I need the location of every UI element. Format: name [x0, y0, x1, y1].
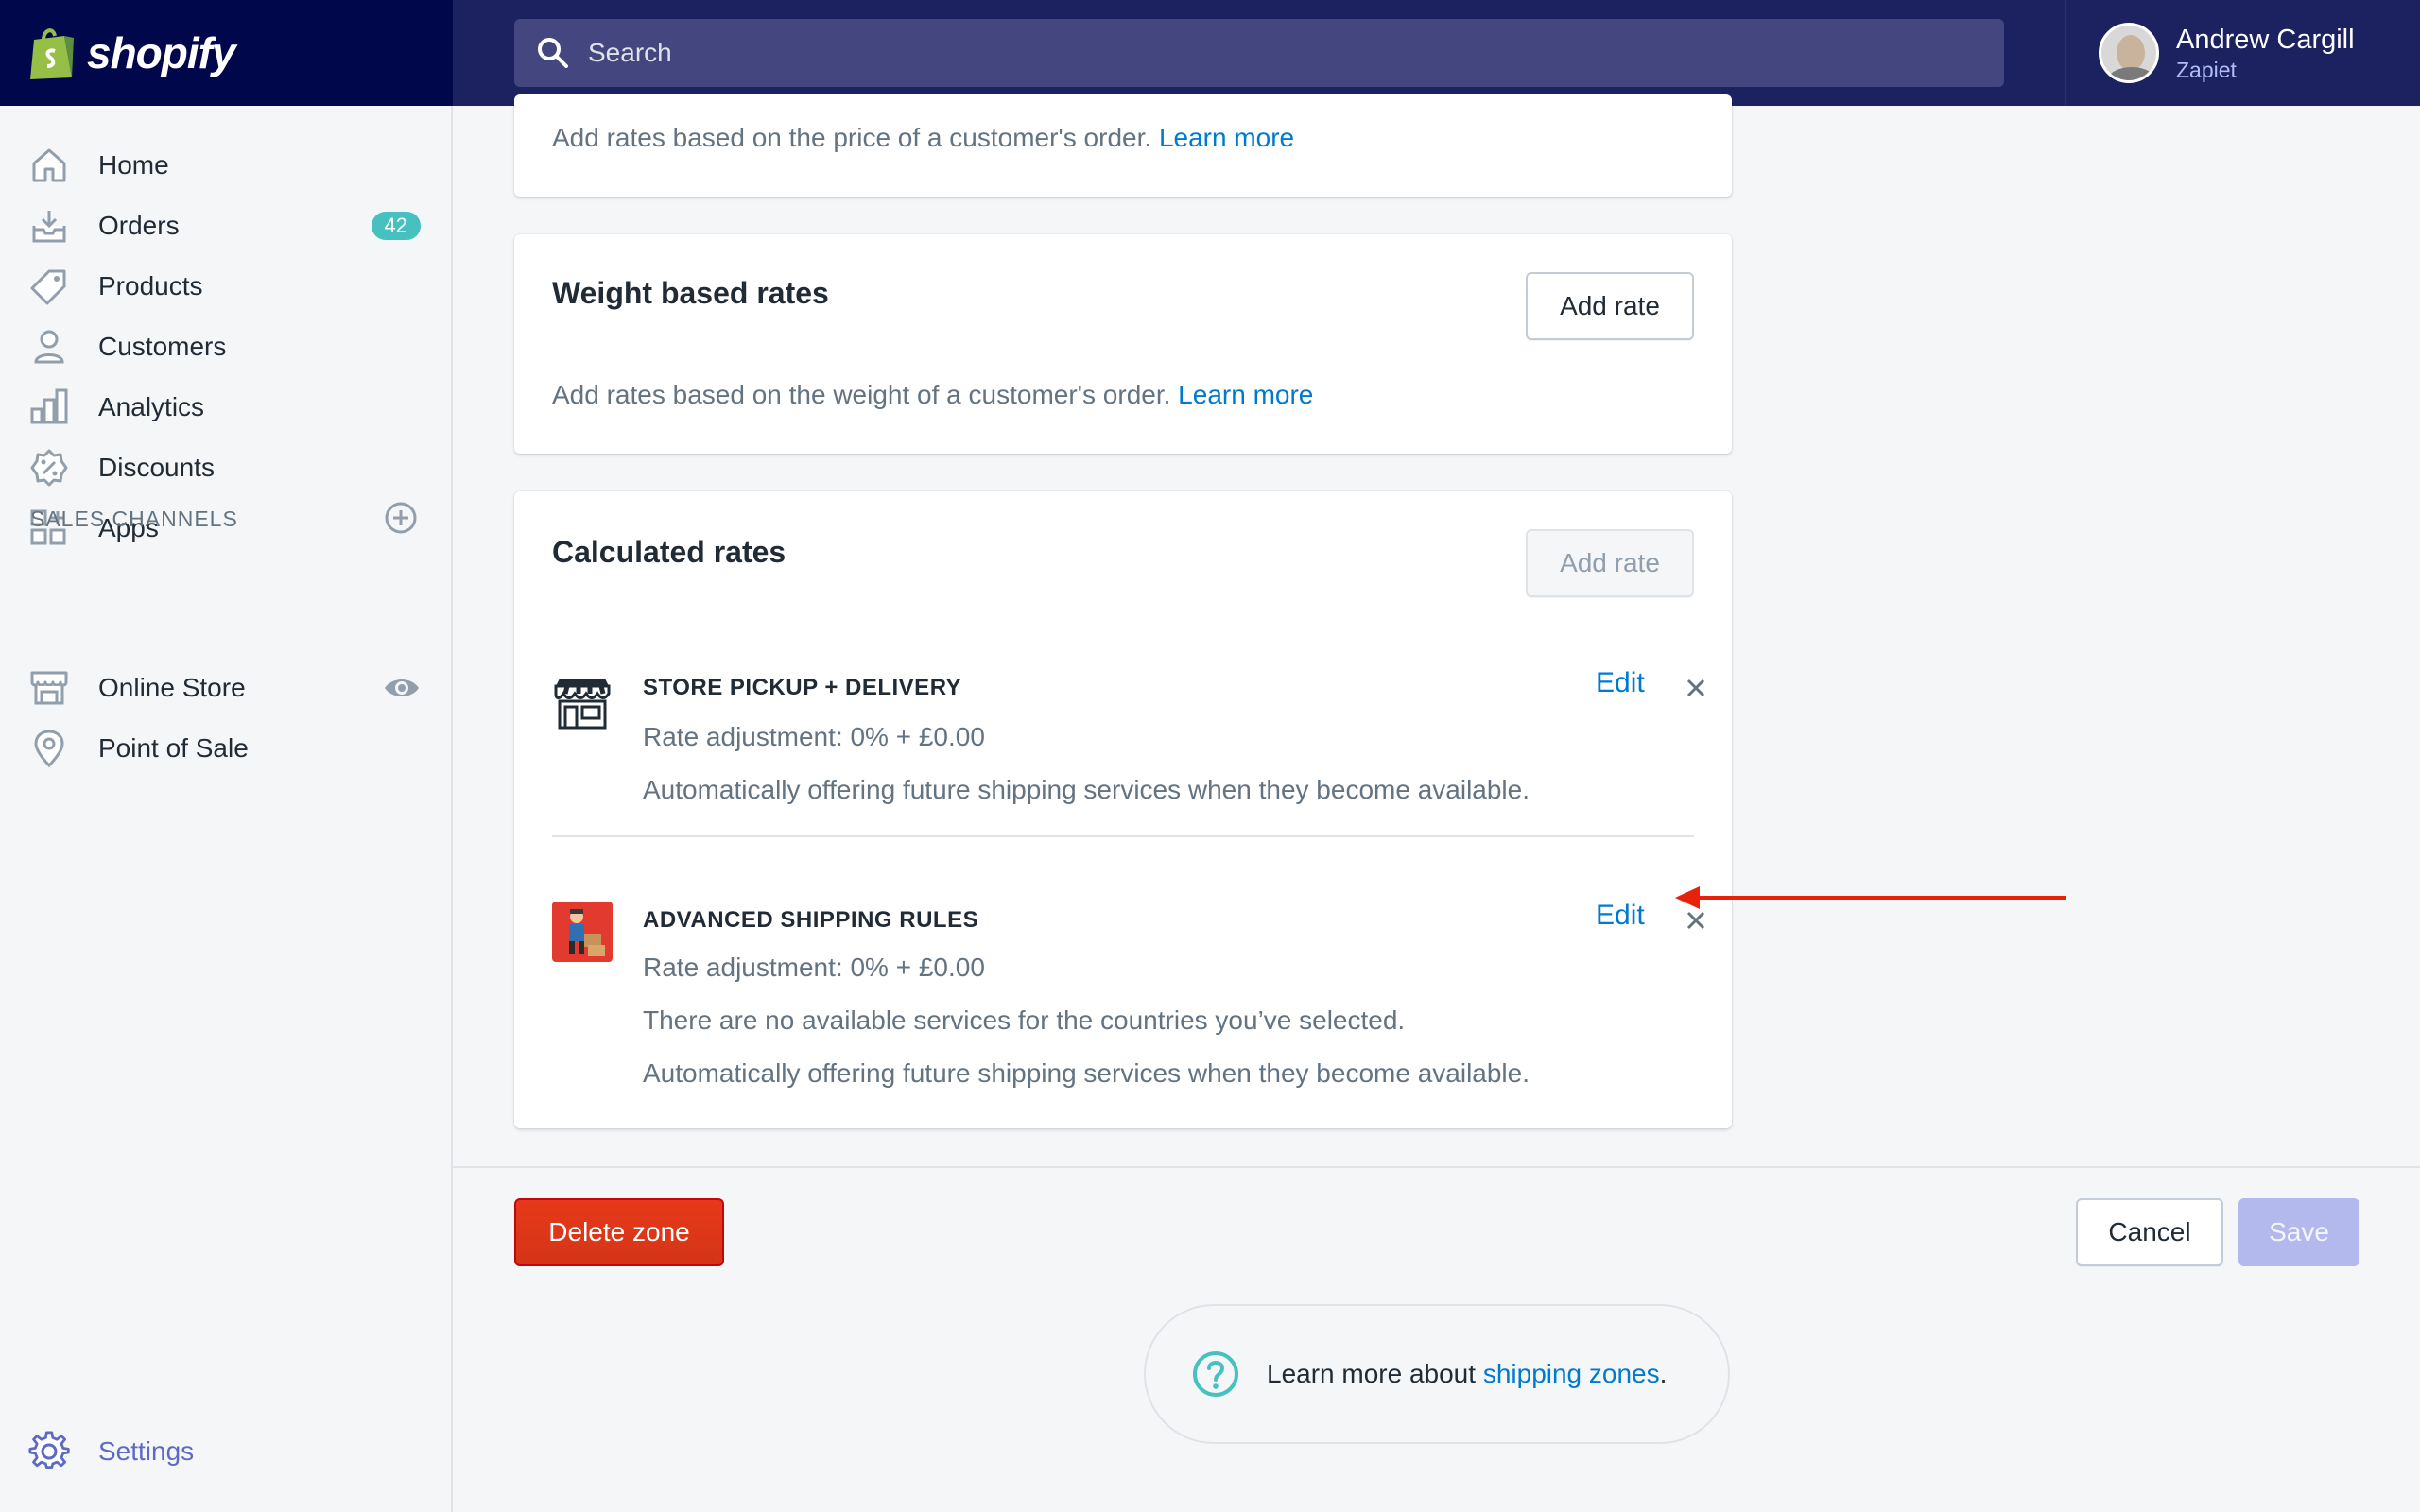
add-sales-channel-icon[interactable] [384, 501, 418, 535]
sidebar-item-online-store[interactable]: Online Store [0, 658, 451, 718]
help-prefix: Learn more about [1267, 1359, 1477, 1388]
rate-adjustment: Rate adjustment: 0% + £0.00 [643, 722, 985, 751]
advanced-shipping-logo-icon [552, 902, 613, 962]
orders-count-badge: 42 [371, 212, 421, 240]
save-button[interactable]: Save [2238, 1198, 2360, 1266]
sidebar-item-home[interactable]: Home [0, 135, 451, 196]
rate-advanced-shipping-rules: ADVANCED SHIPPING RULES Edit Rate adjust… [552, 885, 1705, 1092]
home-icon [28, 145, 70, 186]
question-circle-icon [1193, 1351, 1238, 1397]
eye-icon[interactable] [383, 669, 421, 707]
location-pin-icon [28, 728, 70, 769]
weight-rates-learn-more-link[interactable]: Learn more [1178, 380, 1313, 409]
sales-channels-heading: SALES CHANNELS [30, 507, 238, 531]
help-suffix: . [1659, 1359, 1668, 1388]
avatar [2099, 23, 2159, 83]
sidebar: Home Orders 42 Products Customers Analyt… [0, 106, 453, 1512]
calculated-rates-card: Calculated rates Add rate STORE PICKUP +… [514, 491, 1732, 1128]
gear-icon [28, 1431, 70, 1472]
rate-store-pickup-delivery: STORE PICKUP + DELIVERY Edit Rate adjust… [552, 652, 1705, 832]
price-rates-description: Add rates based on the price of a custom… [552, 123, 1152, 152]
edit-store-pickup-link[interactable]: Edit [1596, 667, 1645, 699]
weight-based-rates-card: Weight based rates Add rate Add rates ba… [514, 234, 1732, 454]
user-menu[interactable]: Andrew Cargill Zapiet [2065, 0, 2420, 106]
rate-no-services-note: There are no available services for the … [643, 1005, 1406, 1035]
user-org: Zapiet [2176, 58, 2237, 82]
top-bar: shopify Search Andrew Cargill Zapiet [0, 0, 2420, 106]
search-icon [538, 38, 568, 68]
search-placeholder: Search [588, 38, 672, 67]
shopify-logo[interactable]: shopify [0, 0, 453, 106]
rate-name: STORE PICKUP + DELIVERY [643, 675, 962, 700]
weight-rates-title: Weight based rates [552, 276, 829, 310]
sidebar-item-products[interactable]: Products [0, 256, 451, 317]
close-icon[interactable] [1683, 675, 1709, 701]
sidebar-item-point-of-sale[interactable]: Point of Sale [0, 718, 451, 779]
rate-note: Automatically offering future shipping s… [643, 775, 1530, 804]
weight-rates-description: Add rates based on the weight of a custo… [552, 380, 1171, 409]
user-name: Andrew Cargill [2176, 25, 2355, 55]
calculated-add-rate-button[interactable]: Add rate [1526, 529, 1694, 597]
rate-note: Automatically offering future shipping s… [643, 1058, 1530, 1088]
rate-adjustment: Rate adjustment: 0% + £0.00 [643, 953, 985, 982]
footer-divider [453, 1166, 2420, 1168]
price-based-rates-card: Add rates based on the price of a custom… [514, 94, 1732, 197]
search-input[interactable]: Search [514, 19, 2004, 87]
sidebar-item-analytics[interactable]: Analytics [0, 377, 451, 438]
close-icon[interactable] [1683, 907, 1709, 934]
cancel-button[interactable]: Cancel [2076, 1198, 2223, 1266]
shipping-zones-link[interactable]: shipping zones [1483, 1359, 1660, 1388]
sidebar-item-customers[interactable]: Customers [0, 317, 451, 377]
store-pickup-logo-icon [554, 679, 611, 730]
delete-zone-button[interactable]: Delete zone [514, 1198, 724, 1266]
rate-name: ADVANCED SHIPPING RULES [643, 907, 979, 933]
orders-icon [28, 205, 70, 247]
annotation-arrow-icon [1675, 886, 2066, 909]
person-icon [28, 326, 70, 368]
store-icon [28, 667, 70, 709]
help-footer: Learn more about shipping zones. [1144, 1304, 1730, 1444]
tag-icon [28, 266, 70, 307]
rate-divider [552, 835, 1694, 837]
edit-advanced-shipping-link[interactable]: Edit [1596, 900, 1645, 932]
sidebar-item-discounts[interactable]: Discounts [0, 438, 451, 498]
discount-icon [28, 447, 70, 489]
sidebar-item-orders[interactable]: Orders 42 [0, 196, 451, 256]
weight-add-rate-button[interactable]: Add rate [1526, 272, 1694, 340]
price-rates-learn-more-link[interactable]: Learn more [1159, 123, 1294, 152]
brand-name: shopify [87, 28, 236, 77]
calculated-rates-title: Calculated rates [552, 535, 786, 569]
shopping-bag-icon [30, 28, 74, 79]
bar-chart-icon [28, 387, 70, 428]
sidebar-item-settings[interactable]: Settings [0, 1421, 451, 1482]
